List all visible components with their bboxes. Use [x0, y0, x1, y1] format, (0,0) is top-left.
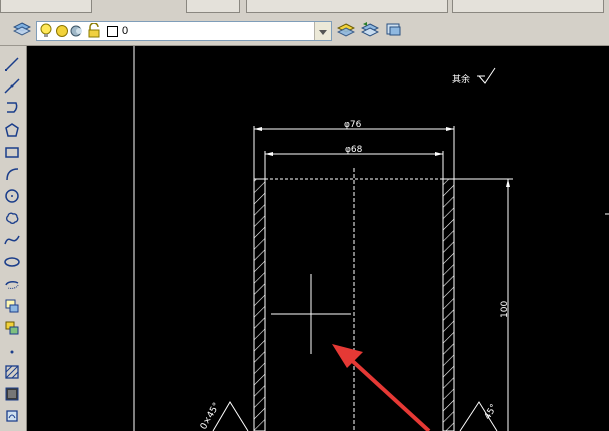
- make-block-button[interactable]: [2, 320, 22, 340]
- revision-cloud-icon: [4, 210, 20, 231]
- gradient-icon: [4, 386, 20, 407]
- crosshair-cursor: [271, 274, 351, 354]
- make-block-icon: [4, 320, 20, 341]
- line-button[interactable]: [2, 56, 22, 76]
- rectangle-button[interactable]: [2, 144, 22, 164]
- insert-block-button[interactable]: [2, 298, 22, 318]
- lightbulb-icon: [39, 23, 53, 44]
- surface-roughness-icon: [477, 67, 496, 84]
- layer-control-dropdown[interactable]: 0: [36, 21, 332, 41]
- make-objects-layer-current-button[interactable]: [336, 21, 356, 41]
- ellipse-arc-icon: [4, 276, 20, 297]
- point-button[interactable]: [2, 342, 22, 362]
- circle-icon: [4, 188, 20, 209]
- layer-properties-button[interactable]: [12, 21, 32, 41]
- layer-name-label: 0: [122, 25, 129, 37]
- bottom-left-chamfer: 0×45°: [199, 401, 249, 431]
- layer-dropdown-arrow[interactable]: [314, 22, 331, 40]
- arc-icon: [4, 166, 20, 187]
- drawing-canvas[interactable]: 其余 φ76 φ68 100 0×45° 45°: [27, 46, 609, 431]
- region-icon: [4, 408, 20, 429]
- ellipse-button[interactable]: [2, 254, 22, 274]
- hatch-button[interactable]: [2, 364, 22, 384]
- bottom-right-chamfer: 45°: [459, 401, 500, 431]
- toolbar-combo-fragment-3[interactable]: [452, 0, 604, 13]
- right-wall-hatch: [442, 178, 455, 431]
- spline-button[interactable]: [2, 232, 22, 252]
- toolbar-button-fragment[interactable]: [186, 0, 240, 13]
- height-dimension: 100: [454, 178, 513, 431]
- bottom-left-partial-text: 0×45°: [199, 401, 222, 431]
- chevron-down-icon: [319, 22, 327, 40]
- polyline-icon: [4, 100, 20, 121]
- layer-previous-button[interactable]: [360, 21, 380, 41]
- spline-icon: [4, 232, 20, 253]
- layer-states-button[interactable]: [384, 21, 404, 41]
- outer-diameter-text: φ76: [344, 120, 362, 130]
- inner-diameter-text: φ68: [345, 145, 363, 155]
- revision-cloud-button[interactable]: [2, 210, 22, 230]
- polygon-button[interactable]: [2, 122, 22, 142]
- freeze-viewport-icon: [70, 24, 84, 43]
- red-pointer-arrow: [332, 344, 431, 431]
- ellipse-icon: [4, 254, 20, 275]
- polygon-icon: [4, 122, 20, 143]
- insert-block-icon: [4, 298, 20, 319]
- draw-toolbar: [0, 46, 27, 431]
- circle-button[interactable]: [2, 188, 22, 208]
- arc-button[interactable]: [2, 166, 22, 186]
- layer-stack-icon: [12, 21, 32, 42]
- gradient-button[interactable]: [2, 386, 22, 406]
- roughness-note-text: 其余: [452, 73, 470, 85]
- construction-line-button[interactable]: [2, 77, 22, 99]
- inner-diameter-dimension: φ68: [264, 145, 444, 179]
- sun-icon: [55, 24, 69, 43]
- layer-states-icon: [385, 21, 403, 42]
- height-text: 100: [500, 301, 510, 318]
- bottom-right-partial-text: 45°: [483, 403, 500, 422]
- toolbar-combo-fragment-2[interactable]: [246, 0, 448, 13]
- layer-color-swatch: [107, 26, 118, 37]
- layer-previous-icon: [360, 21, 380, 42]
- rectangle-icon: [4, 144, 20, 165]
- polyline-button[interactable]: [2, 100, 22, 120]
- model-space-drawing: 其余 φ76 φ68 100 0×45° 45°: [133, 46, 609, 431]
- left-wall-hatch: [253, 178, 266, 431]
- line-icon: [4, 56, 20, 77]
- layer-current-icon: [336, 21, 356, 42]
- tube-section: [253, 168, 455, 431]
- lock-icon: [87, 22, 101, 44]
- ellipse-arc-button[interactable]: [2, 276, 22, 296]
- region-button[interactable]: [2, 408, 22, 428]
- top-toolbar-strip: [0, 0, 609, 19]
- hatch-icon: [4, 364, 20, 385]
- construction-line-icon: [4, 77, 20, 99]
- toolbar-combo-fragment[interactable]: [0, 0, 92, 13]
- layers-toolbar: 0: [0, 18, 609, 46]
- point-icon: [4, 342, 20, 363]
